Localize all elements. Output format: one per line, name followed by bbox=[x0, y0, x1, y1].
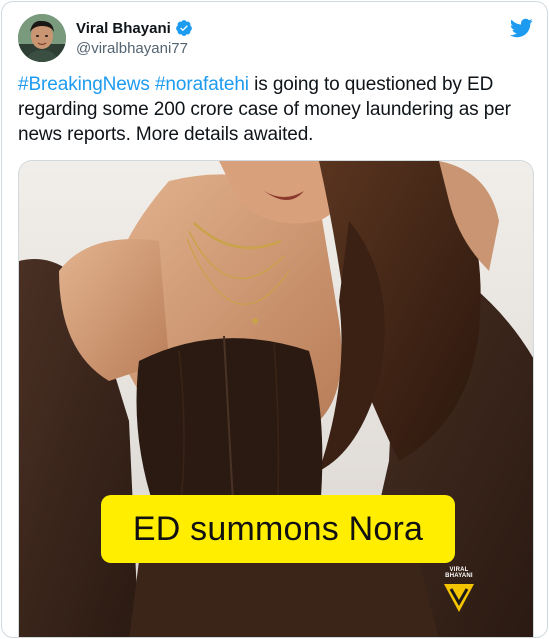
tweet-header: Viral Bhayani @viralbhayani77 bbox=[18, 14, 533, 66]
tweet-text: #BreakingNews #norafatehi is going to qu… bbox=[18, 72, 533, 147]
hashtag-norafatehi[interactable]: #norafatehi bbox=[155, 74, 249, 95]
author-handle[interactable]: @viralbhayani77 bbox=[76, 40, 193, 57]
media-watermark: VIRAL BHAYANI bbox=[435, 567, 483, 613]
verified-badge-icon bbox=[175, 20, 192, 36]
avatar-image bbox=[18, 14, 66, 62]
author-display-name[interactable]: Viral Bhayani bbox=[76, 20, 171, 37]
media-caption: ED summons Nora bbox=[132, 509, 424, 548]
vb-logo-icon bbox=[444, 584, 474, 612]
media-watermark-label: VIRAL BHAYANI bbox=[445, 567, 473, 579]
tweet-card[interactable]: Viral Bhayani @viralbhayani77 #BreakingN… bbox=[1, 1, 548, 638]
media-caption-box: ED summons Nora bbox=[101, 495, 455, 563]
author-avatar[interactable] bbox=[18, 14, 66, 62]
tweet-media[interactable]: ED summons Nora VIRAL BHAYANI bbox=[18, 160, 534, 637]
twitter-bird-icon[interactable] bbox=[509, 16, 533, 40]
hashtag-breakingnews[interactable]: #BreakingNews bbox=[18, 74, 150, 95]
author-names: Viral Bhayani @viralbhayani77 bbox=[76, 18, 193, 57]
